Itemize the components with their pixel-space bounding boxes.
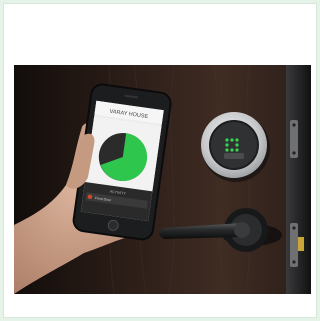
photo-illustration: VARAY HOUSE ACTIVITY Front Door <box>14 65 311 294</box>
photo: VARAY HOUSE ACTIVITY Front Door <box>14 65 311 294</box>
page-frame: VARAY HOUSE ACTIVITY Front Door <box>3 3 317 318</box>
